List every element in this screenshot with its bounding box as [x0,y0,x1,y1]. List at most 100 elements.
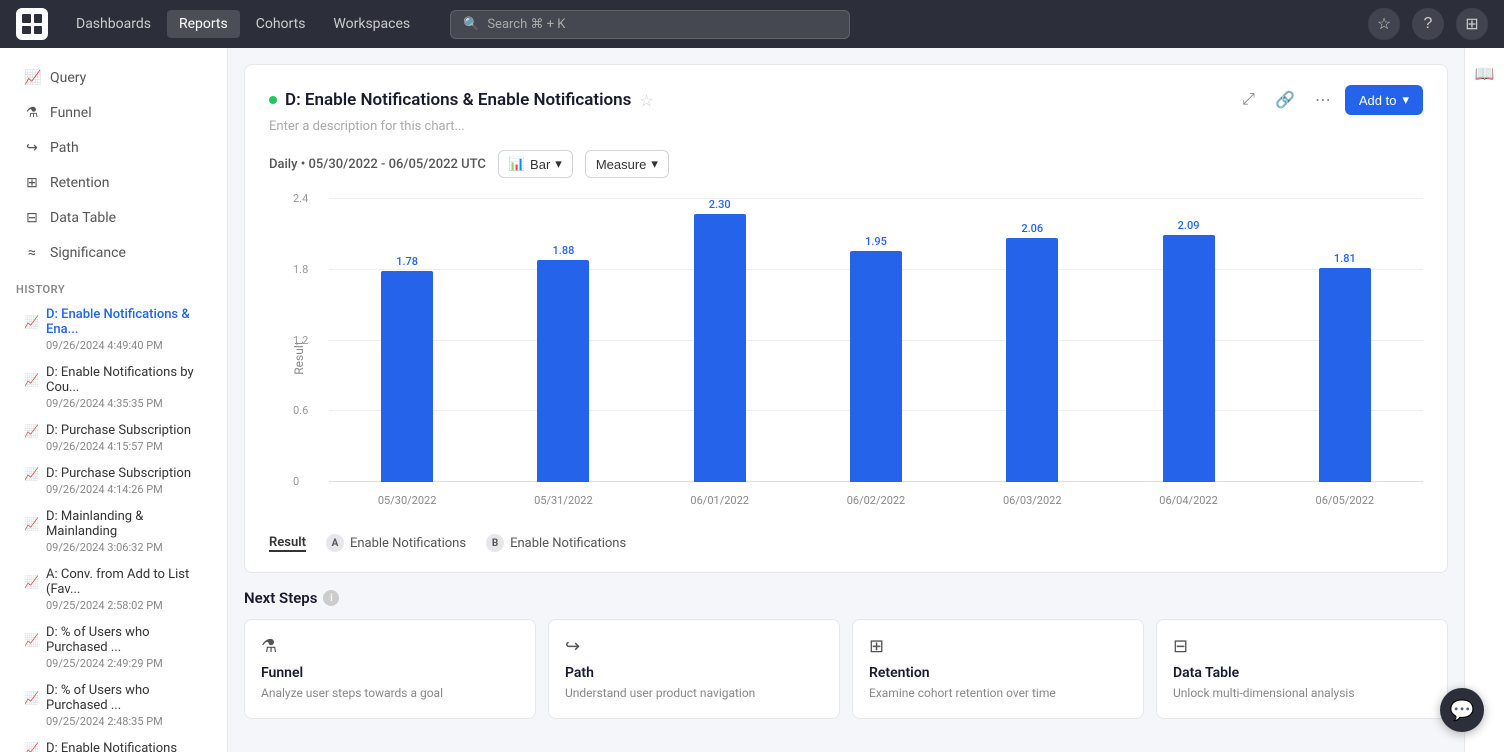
next-step-title: Data Table [1173,665,1431,681]
measure-button[interactable]: Measure ▾ [585,150,669,178]
nav-dashboards[interactable]: Dashboards [64,10,163,38]
chart-description: Enter a description for this chart... [269,119,1423,134]
history-item-date: 09/26/2024 4:14:26 PM [24,483,203,496]
bar-value-label: 1.88 [553,244,575,257]
chart-status-dot [269,96,277,104]
x-axis: 05/30/202205/31/202206/01/202206/02/2022… [329,482,1423,518]
sidebar-item-query[interactable]: 📈 Query [8,61,219,95]
next-step-title: Path [565,665,823,681]
next-step-card-data-table-card[interactable]: ⊟ Data Table Unlock multi-dimensional an… [1156,619,1448,719]
history-item-title: D: % of Users who Purchased ... [46,683,203,713]
search-area[interactable]: 🔍 Search ⌘ + K [450,10,850,39]
next-step-desc: Analyze user steps towards a goal [261,685,519,702]
history-section-title: History [0,271,227,300]
right-panel-book-button[interactable]: 📖 [1471,60,1499,88]
history-item-icon: 📈 [24,742,38,752]
history-item-icon: 📈 [24,517,38,531]
history-item-icon: 📈 [24,575,38,589]
history-item-icon: 📈 [24,691,38,705]
nav-cohorts[interactable]: Cohorts [244,10,318,38]
history-item[interactable]: 📈 D: Purchase Subscription 09/26/2024 4:… [8,417,219,459]
app-logo[interactable] [16,8,48,40]
data-table-icon: ⊟ [24,210,40,226]
history-item[interactable]: 📈 D: Purchase Subscription 09/26/2024 4:… [8,460,219,502]
bookmark-icon[interactable]: ☆ [1368,8,1400,40]
next-step-desc: Unlock multi-dimensional analysis [1173,685,1431,702]
x-axis-label: 06/02/2022 [798,494,954,507]
info-icon[interactable]: i [323,590,339,606]
history-list: 📈 D: Enable Notifications & Ena... 09/26… [0,300,227,752]
link-button[interactable]: 🔗 [1269,86,1301,114]
search-input[interactable]: 🔍 Search ⌘ + K [450,10,850,39]
history-item[interactable]: 📈 D: Enable Notifications & Ena... 09/26… [8,301,219,358]
sidebar-item-significance[interactable]: ≈ Significance [8,236,219,270]
bar [850,251,902,482]
bar-group[interactable]: 2.06 [954,198,1110,482]
history-item-date: 09/25/2024 2:49:29 PM [24,657,203,670]
more-options-button[interactable]: ⋯ [1309,86,1337,114]
chart-header: D: Enable Notifications & Enable Notific… [269,85,1423,115]
sidebar-item-path[interactable]: ↪ Path [8,131,219,165]
history-item[interactable]: 📈 A: Conv. from Add to List (Fav... 09/2… [8,561,219,618]
bar-group[interactable]: 1.95 [798,198,954,482]
history-item[interactable]: 📈 D: % of Users who Purchased ... 09/25/… [8,677,219,734]
topnav-right: ☆ ? ⊞ [1368,8,1488,40]
next-step-card-retention-card[interactable]: ⊞ Retention Examine cohort retention ove… [852,619,1144,719]
bar-value-label: 1.81 [1334,252,1356,265]
y-tick-3: 0.6 [293,404,308,417]
chevron-down-icon: ▾ [1402,92,1409,108]
chart-title: D: Enable Notifications & Enable Notific… [285,90,631,110]
apps-icon[interactable]: ⊞ [1456,8,1488,40]
x-axis-label: 05/30/2022 [329,494,485,507]
history-item-title: D: Enable Notifications by Cou... [46,365,203,395]
sidebar-item-funnel[interactable]: ⚗ Funnel [8,96,219,130]
history-item[interactable]: 📈 D: Mainlanding & Mainlanding 09/26/202… [8,503,219,560]
legend-b-badge: B [486,534,504,552]
next-step-icon: ⊟ [1173,636,1431,657]
bar-value-label: 1.95 [865,235,887,248]
chart-type-button[interactable]: 📊 Bar ▾ [498,150,573,178]
y-tick-1: 1.8 [293,263,308,276]
history-item-icon: 📈 [24,424,38,438]
history-item[interactable]: 📈 D: % of Users who Purchased ... 09/25/… [8,619,219,676]
x-axis-label: 06/03/2022 [954,494,1110,507]
bar-group[interactable]: 1.88 [485,198,641,482]
history-item-icon: 📈 [24,467,38,481]
legend-a-badge: A [326,534,344,552]
nav-workspaces[interactable]: Workspaces [321,10,422,38]
bar-type-chevron: ▾ [555,156,562,172]
chart-area: Result 2.4 1.8 1.2 [269,198,1423,518]
fullscreen-button[interactable]: ⤢ [1236,87,1261,113]
history-item-title: D: % of Users who Purchased ... [46,625,203,655]
star-icon[interactable]: ☆ [639,91,653,110]
bar-value-label: 2.06 [1021,222,1043,235]
y-tick-4: 0 [293,475,299,488]
chat-bubble[interactable]: 💬 [1440,688,1484,732]
bar-group[interactable]: 1.81 [1267,198,1423,482]
bar-value-label: 2.30 [709,198,731,211]
x-axis-label: 06/04/2022 [1110,494,1266,507]
next-step-icon: ⚗ [261,636,519,657]
history-item[interactable]: 📈 D: Enable Notifications [8,735,219,752]
history-item-icon: 📈 [24,315,38,329]
bar-group[interactable]: 1.78 [329,198,485,482]
legend-result[interactable]: Result [269,535,306,552]
chart-actions: ⤢ 🔗 ⋯ Add to ▾ [1236,85,1423,115]
sidebar-item-data-table[interactable]: ⊟ Data Table [8,201,219,235]
bar-group[interactable]: 2.30 [642,198,798,482]
chart-controls: Daily • 05/30/2022 - 06/05/2022 UTC 📊 Ba… [269,150,1423,178]
help-icon[interactable]: ? [1412,8,1444,40]
sidebar-item-retention[interactable]: ⊞ Retention [8,166,219,200]
bar-group[interactable]: 2.09 [1110,198,1266,482]
history-item-date: 09/26/2024 4:35:35 PM [24,397,203,410]
next-step-card-funnel-card[interactable]: ⚗ Funnel Analyze user steps towards a go… [244,619,536,719]
right-panel: 📖 [1464,48,1504,752]
add-to-button[interactable]: Add to ▾ [1345,85,1423,115]
bar [694,214,746,482]
history-item-title: D: Purchase Subscription [46,466,191,481]
nav-reports[interactable]: Reports [167,10,240,38]
y-axis-label: Result [292,328,306,388]
next-step-icon: ↪ [565,636,823,657]
history-item[interactable]: 📈 D: Enable Notifications by Cou... 09/2… [8,359,219,416]
next-step-card-path-card[interactable]: ↪ Path Understand user product navigatio… [548,619,840,719]
